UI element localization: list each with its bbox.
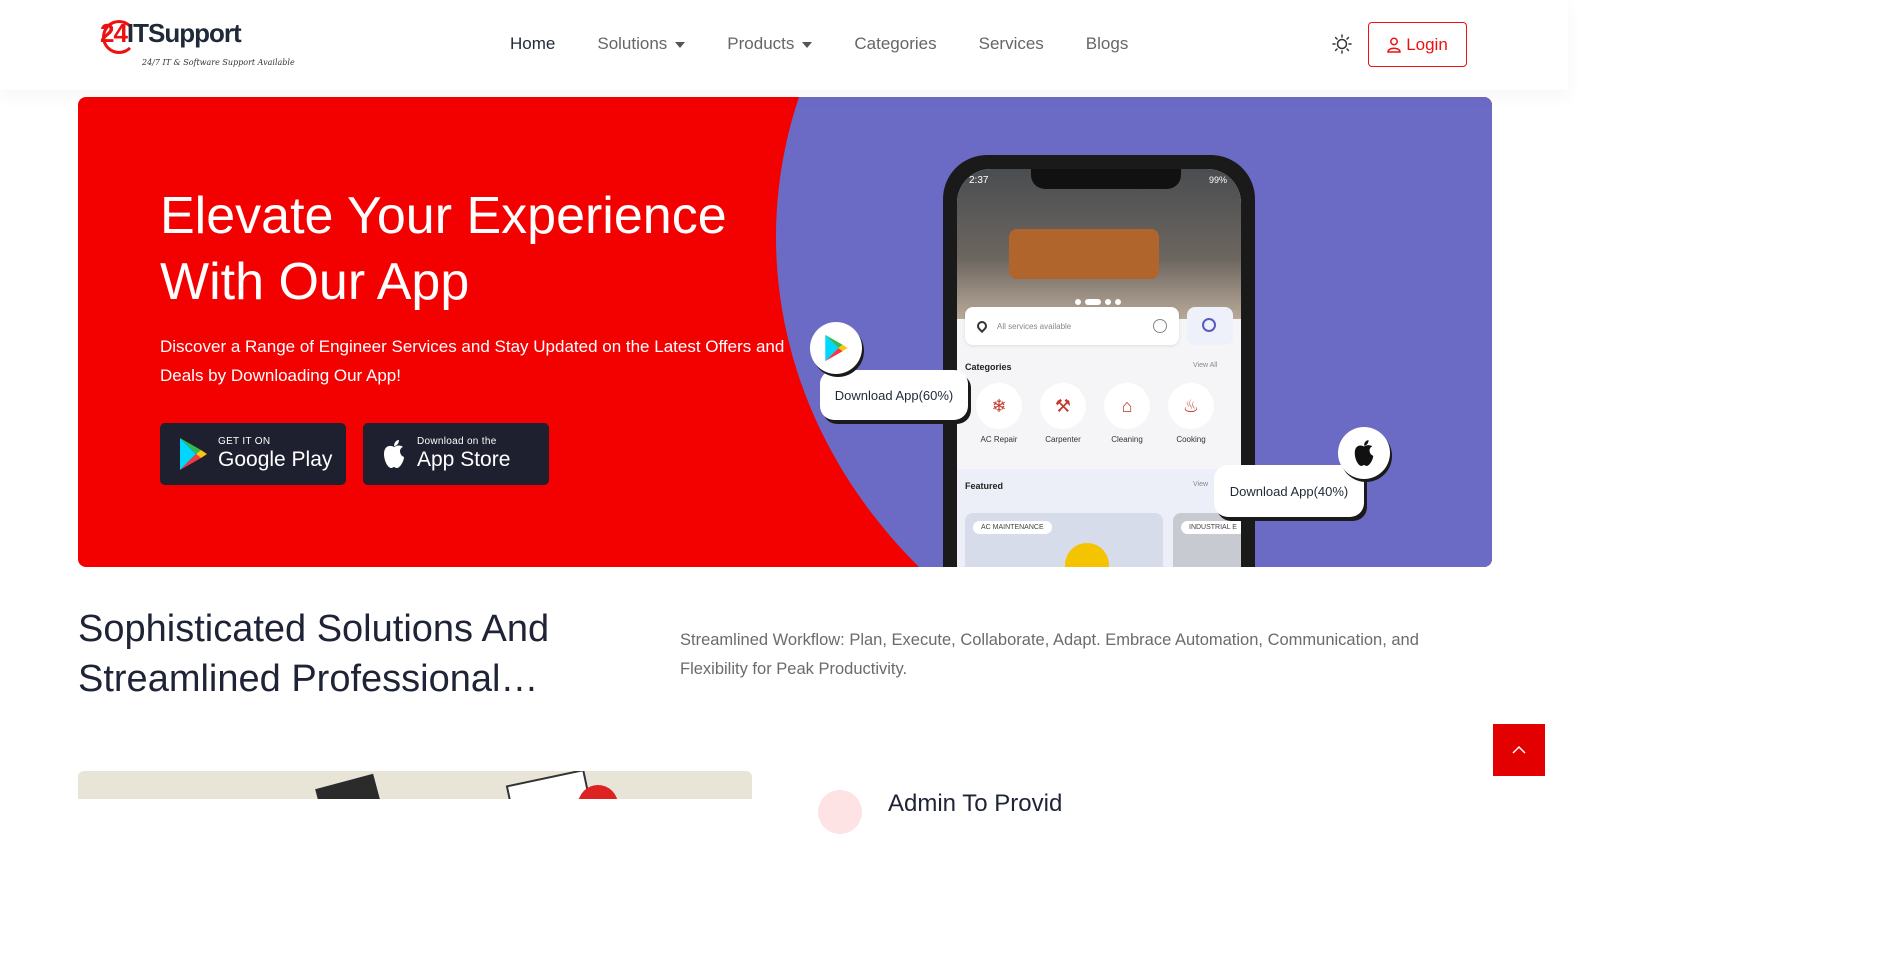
phone-battery: 99% — [1208, 175, 1227, 185]
featured-card: AC MAINTENANCE — [965, 513, 1163, 567]
apple-icon — [384, 440, 404, 468]
nav-solutions[interactable]: Solutions — [597, 34, 686, 54]
search-icon — [1202, 318, 1216, 332]
caret-down-icon — [675, 42, 686, 48]
site-header: 24ITSupport 24/7 IT & Software Support A… — [0, 0, 1568, 90]
featured-tag: AC MAINTENANCE — [973, 521, 1052, 534]
phone-search-button — [1187, 307, 1233, 345]
cooking-icon: ♨ — [1168, 383, 1214, 429]
logo-tagline: 24/7 IT & Software Support Available — [142, 58, 295, 67]
feature-icon — [818, 790, 862, 834]
ac-repair-icon: ❄ — [976, 383, 1022, 429]
main-nav: Home Solutions Products Categories Servi… — [510, 34, 1170, 54]
google-play-icon — [180, 438, 207, 470]
sun-icon[interactable] — [1332, 34, 1352, 54]
chevron-up-icon — [1512, 745, 1526, 754]
phone-search-placeholder: All services available — [997, 321, 1072, 331]
apple-icon — [1338, 427, 1390, 479]
phone-time: 2:37 — [969, 175, 989, 186]
section-title: Sophisticated Solutions And Streamlined … — [78, 608, 550, 700]
locate-icon — [1153, 319, 1167, 333]
app-store-small: Download on the — [417, 436, 497, 447]
google-play-small: GET IT ON — [218, 436, 271, 447]
hero-description: Discover a Range of Engineer Services an… — [160, 337, 785, 385]
nav-products-label: Products — [727, 34, 795, 53]
sofa-image — [1009, 229, 1159, 279]
phone-featured-title: Featured — [965, 481, 1004, 491]
phone-mockup: 2:37 99% All services available Categori… — [943, 155, 1255, 567]
nav-blogs-label: Blogs — [1085, 34, 1129, 53]
hero-banner: Elevate Your Experience With Our App Dis… — [78, 97, 1492, 567]
featured-card: INDUSTRIAL E — [1173, 513, 1241, 567]
login-label: Login — [1406, 34, 1448, 54]
nav-products[interactable]: Products — [727, 34, 813, 54]
user-icon — [1387, 37, 1401, 53]
logo-text: ITSupport — [126, 18, 242, 48]
phone-notch — [1031, 169, 1181, 189]
carpenter-icon: ⚒ — [1040, 383, 1086, 429]
phone-category: ♨ Cooking — [1159, 383, 1223, 444]
phone-view-all: View All — [1193, 362, 1218, 369]
ios-download-badge: Download App(40%) — [1214, 465, 1364, 517]
nav-home[interactable]: Home — [510, 34, 555, 54]
hero-title: Elevate Your Experience With Our App — [160, 187, 727, 311]
hard-hat-image — [1065, 543, 1109, 567]
login-button[interactable]: Login — [1368, 22, 1467, 67]
cleaning-icon: ⌂ — [1104, 383, 1150, 429]
phone-categories: ❄ AC Repair ⚒ Carpenter ⌂ Cleaning ♨ Cooking — [967, 383, 1223, 444]
phone-categories-title: Categories — [965, 362, 1012, 372]
app-store-big: App Store — [417, 448, 511, 471]
phone-search-input: All services available — [965, 307, 1179, 345]
nav-home-label: Home — [510, 34, 556, 53]
nav-categories[interactable]: Categories — [854, 34, 936, 54]
nav-categories-label: Categories — [854, 34, 937, 53]
caret-down-icon — [802, 42, 813, 48]
android-download-badge: Download App(60%) — [820, 370, 968, 420]
google-play-button[interactable]: GET IT ON Google Play — [160, 423, 346, 485]
section-description: Streamlined Workflow: Plan, Execute, Col… — [680, 631, 1419, 678]
featured-tag: INDUSTRIAL E — [1181, 521, 1241, 534]
feature-image — [78, 771, 752, 799]
feature-heading: Admin To Provid — [888, 790, 1063, 817]
carousel-dots — [1075, 299, 1121, 305]
google-play-icon — [810, 322, 862, 374]
phone-category: ⌂ Cleaning — [1095, 383, 1159, 444]
google-play-big: Google Play — [218, 448, 333, 471]
nav-blogs[interactable]: Blogs — [1086, 34, 1129, 54]
phone-category: ⚒ Carpenter — [1031, 383, 1095, 444]
phone-category: ❄ AC Repair — [967, 383, 1031, 444]
nav-solutions-label: Solutions — [597, 34, 668, 53]
location-pin-icon — [974, 318, 990, 334]
logo-accent: 24 — [100, 18, 128, 48]
nav-services-label: Services — [978, 34, 1044, 53]
phone-featured-view: View — [1193, 481, 1209, 488]
app-store-button[interactable]: Download on the App Store — [363, 423, 549, 485]
logo[interactable]: 24ITSupport 24/7 IT & Software Support A… — [100, 18, 295, 72]
banner-image — [957, 169, 1241, 319]
nav-services[interactable]: Services — [979, 34, 1044, 54]
scroll-to-top-button[interactable] — [1493, 724, 1545, 776]
phone-screen: 2:37 99% All services available Categori… — [957, 169, 1241, 567]
